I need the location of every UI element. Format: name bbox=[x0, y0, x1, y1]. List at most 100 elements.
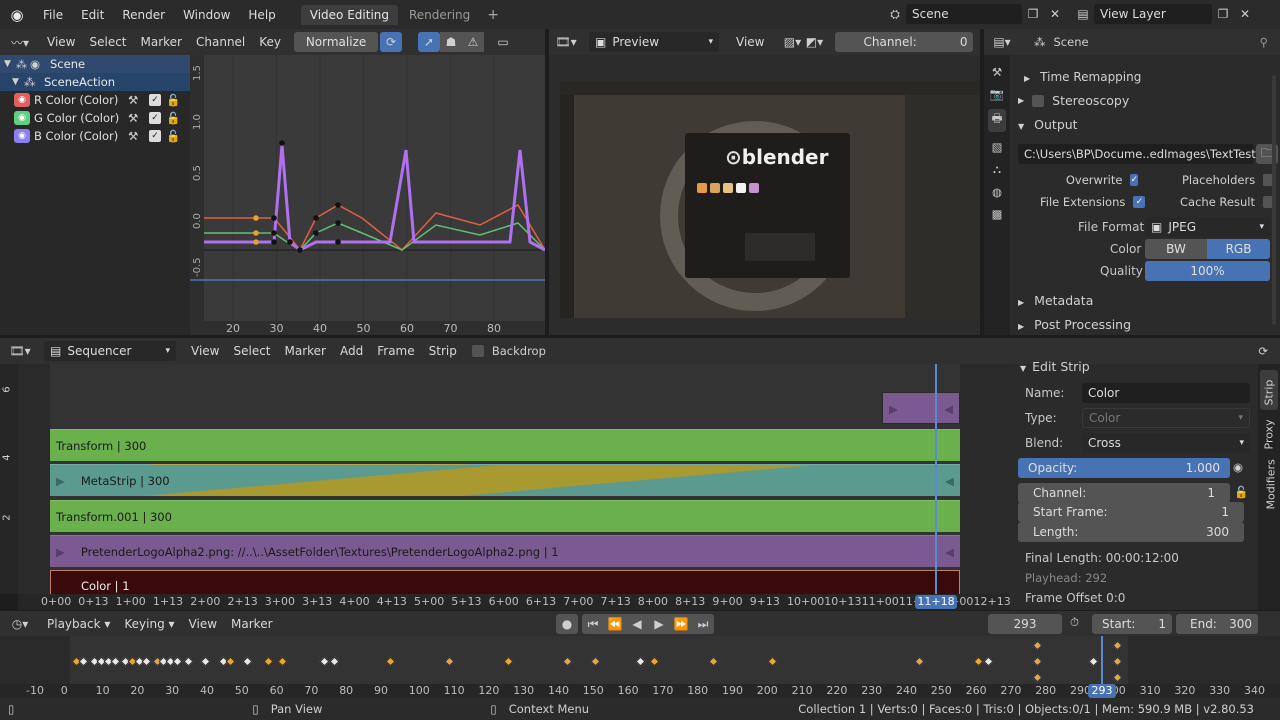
graph-menu-marker[interactable]: Marker bbox=[134, 35, 189, 49]
lock-icon[interactable]: 🔓 bbox=[1234, 485, 1248, 499]
scene-icon[interactable]: ⛭ bbox=[884, 4, 906, 24]
timeline-playhead-label[interactable]: 293 bbox=[1088, 684, 1116, 698]
view-layer-icon[interactable]: ▤ bbox=[1072, 4, 1094, 24]
channel-field[interactable]: Channel: 1 bbox=[1018, 483, 1230, 503]
edit-strip-header[interactable]: ▼ Edit Strip bbox=[1020, 359, 1090, 374]
preview-viewport[interactable]: ⊙blender bbox=[549, 55, 980, 335]
overwrite-checkbox[interactable]: ✓ bbox=[1130, 174, 1138, 186]
channel-row[interactable]: ◉ B Color (Color) ⚒ ✓ 🔓 bbox=[0, 127, 190, 145]
tab-proxy[interactable]: Proxy bbox=[1260, 414, 1278, 454]
opacity-slider[interactable]: Opacity: 1.000 bbox=[1018, 458, 1230, 478]
tab-strip[interactable]: Strip bbox=[1260, 370, 1278, 410]
tool-icon[interactable]: ⚒ bbox=[992, 65, 1002, 79]
tab-modifiers[interactable]: Modifiers bbox=[1260, 456, 1278, 509]
close-view-layer-icon[interactable]: ✕ bbox=[1234, 4, 1256, 24]
lock-icon[interactable]: 🔓 bbox=[166, 93, 180, 107]
tree-action-row[interactable]: ▼ ⁂ SceneAction bbox=[0, 73, 190, 91]
overlay-icon[interactable]: ◩▾ bbox=[803, 32, 825, 52]
sequencer-editor-icon[interactable]: 🎞▾ bbox=[0, 341, 40, 361]
preview-menu-view[interactable]: View bbox=[729, 35, 771, 49]
timeline-menu-marker[interactable]: Marker bbox=[224, 617, 279, 631]
timeline-area[interactable] bbox=[0, 636, 1280, 684]
jump-start-icon[interactable]: ⏮ bbox=[582, 614, 604, 634]
placeholders-row[interactable]: Placeholders bbox=[1182, 173, 1276, 187]
ghost-icon[interactable]: ☗ bbox=[440, 32, 463, 52]
strip-type-select[interactable]: Color ▾ bbox=[1082, 408, 1250, 428]
scene-props-icon[interactable]: ⛬ bbox=[993, 162, 1001, 177]
jump-end-icon[interactable]: ⏭ bbox=[692, 614, 714, 634]
file-extensions-checkbox[interactable]: ✓ bbox=[1133, 196, 1146, 208]
wrench-icon[interactable]: ⚒ bbox=[128, 111, 138, 125]
lock-icon[interactable]: 🔓 bbox=[166, 129, 180, 143]
timeline-menu-keying[interactable]: Keying ▾ bbox=[117, 617, 181, 631]
pin-icon[interactable]: ⚲ bbox=[1260, 35, 1268, 49]
quality-slider[interactable]: 100% bbox=[1145, 261, 1270, 281]
file-extensions-row[interactable]: File Extensions ✓ bbox=[1040, 195, 1146, 209]
keyframe-point[interactable] bbox=[271, 239, 277, 245]
close-scene-icon[interactable]: ✕ bbox=[1044, 4, 1066, 24]
output-path-field[interactable]: C:\Users\BP\Docume..edImages\TextTestVSE bbox=[1018, 144, 1278, 164]
keyframe-point[interactable] bbox=[313, 230, 319, 236]
scene-field[interactable]: Scene bbox=[906, 4, 1022, 24]
strip-blend-select[interactable]: Cross ▾ bbox=[1082, 433, 1250, 453]
current-frame-field[interactable]: 293 bbox=[988, 614, 1062, 634]
view-layer-field[interactable]: View Layer bbox=[1094, 4, 1212, 24]
seq-menu-strip[interactable]: Strip bbox=[422, 344, 464, 358]
sequencer-playhead-label[interactable]: 11+18 bbox=[915, 595, 957, 609]
stereoscopy-panel[interactable]: ▶ Stereoscopy bbox=[1018, 93, 1129, 108]
keyframe-point[interactable] bbox=[297, 247, 303, 253]
render-icon[interactable]: 📷 bbox=[990, 87, 1004, 101]
next-keyframe-icon[interactable]: ⏩ bbox=[670, 614, 692, 634]
stopwatch-icon[interactable]: ⏱ bbox=[1070, 615, 1079, 630]
clipboard-icon[interactable]: ▭ bbox=[492, 32, 514, 52]
lock-icon[interactable]: 🔓 bbox=[166, 111, 180, 125]
strip-color[interactable]: Color | 1 bbox=[50, 570, 960, 594]
seq-menu-frame[interactable]: Frame bbox=[370, 344, 421, 358]
add-workspace-icon[interactable]: + bbox=[479, 7, 507, 23]
play-reverse-icon[interactable]: ◀ bbox=[626, 614, 648, 634]
backdrop-checkbox[interactable] bbox=[471, 345, 484, 357]
seq-menu-view[interactable]: View bbox=[184, 344, 226, 358]
properties-scrollbar[interactable] bbox=[1272, 75, 1276, 325]
record-icon[interactable]: ● bbox=[556, 613, 578, 634]
seq-menu-add[interactable]: Add bbox=[333, 344, 370, 358]
strip-transform[interactable]: Transform | 300 bbox=[50, 429, 960, 461]
metadata-panel[interactable]: ▶ Metadata bbox=[1018, 293, 1093, 308]
keyframe-point[interactable] bbox=[253, 230, 259, 236]
graph-menu-view[interactable]: View bbox=[40, 35, 82, 49]
sequencer-time-ruler[interactable]: 0+00 0+13 1+00 1+13 2+00 2+13 3+00 3+13 4+00 4+13… bbox=[18, 594, 1011, 610]
keyframe-point[interactable] bbox=[313, 215, 319, 221]
sequencer-mode-select[interactable]: ▤ Sequencer ▾ bbox=[44, 341, 176, 361]
sequencer-icon[interactable]: 🎞▾ bbox=[549, 32, 583, 52]
preview-mode-select[interactable]: ▣ Preview ▾ bbox=[589, 32, 719, 52]
strip-image[interactable]: ▶ PretenderLogoAlpha2.png: //..\..\AssetF… bbox=[50, 535, 960, 567]
tab-video-editing[interactable]: Video Editing bbox=[300, 4, 398, 25]
channel-row[interactable]: ◉ R Color (Color) ⚒ ✓ 🔓 bbox=[0, 91, 190, 109]
timeline-ruler[interactable]: -10 0 10 20 30 40 50 60 70 80 90 100 110 120 130 140 150… bbox=[0, 684, 1280, 698]
menu-window[interactable]: Window bbox=[174, 8, 239, 22]
display-mode-icon[interactable]: ▨▾ bbox=[781, 32, 803, 52]
keyframe-point[interactable] bbox=[253, 215, 259, 221]
keyframe-point[interactable] bbox=[335, 239, 341, 245]
view-layer-icon[interactable]: ▧ bbox=[992, 140, 1003, 154]
keyframe-point[interactable] bbox=[271, 230, 277, 236]
clock-icon[interactable]: ◷▾ bbox=[0, 614, 40, 634]
graph-menu-key[interactable]: Key bbox=[252, 35, 288, 49]
strip-transform-001[interactable]: Transform.001 | 300 bbox=[50, 500, 960, 532]
length-field[interactable]: Length: 300 bbox=[1018, 522, 1244, 542]
cache-result-row[interactable]: Cache Result bbox=[1180, 195, 1275, 209]
overwrite-row[interactable]: Overwrite ✓ bbox=[1066, 173, 1138, 187]
color-rgb-button[interactable]: RGB bbox=[1207, 239, 1270, 259]
seq-menu-marker[interactable]: Marker bbox=[278, 344, 333, 358]
tab-rendering[interactable]: Rendering bbox=[400, 5, 479, 25]
sequencer-playhead[interactable] bbox=[935, 364, 937, 594]
post-processing-panel[interactable]: ▶ Post Processing bbox=[1018, 317, 1131, 332]
channel-checkbox[interactable]: ✓ bbox=[149, 94, 161, 106]
refresh-icon[interactable]: ⟳ bbox=[380, 32, 403, 52]
color-bw-button[interactable]: BW bbox=[1145, 239, 1207, 259]
warning-icon[interactable]: ⚠ bbox=[462, 32, 485, 52]
refresh-icon[interactable]: ⟳ bbox=[1258, 344, 1268, 358]
blender-logo-icon[interactable]: ◉ bbox=[0, 6, 34, 24]
cursor-icon[interactable]: ➚ bbox=[418, 32, 441, 52]
wrench-icon[interactable]: ⚒ bbox=[128, 129, 138, 143]
